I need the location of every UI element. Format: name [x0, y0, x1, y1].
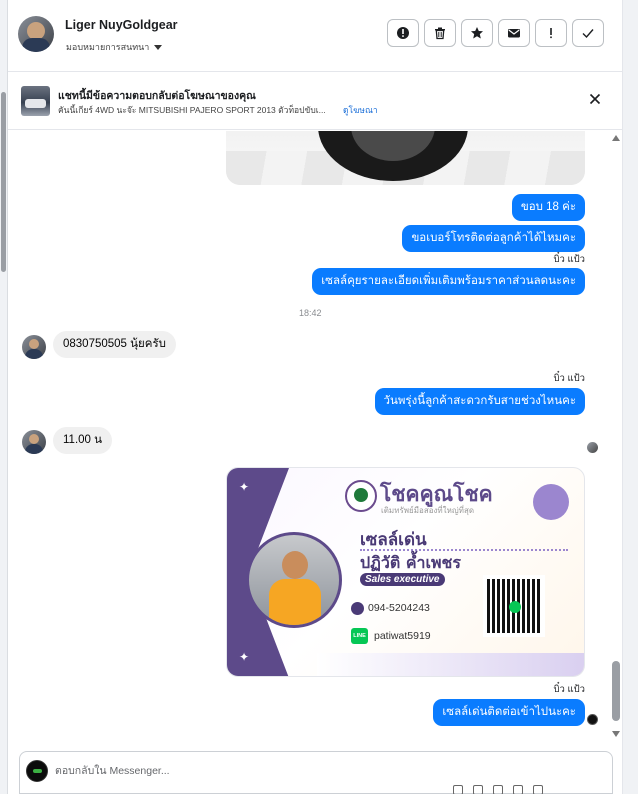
tag-icon[interactable] — [473, 785, 483, 794]
line-app-icon: LINE — [351, 628, 368, 644]
incoming-message[interactable]: 11.00 น — [53, 427, 112, 454]
sparkle-icon: ✦ — [239, 650, 250, 664]
sender-name: บิ๋ว แป้ว — [553, 684, 586, 695]
ad-banner-title: แชทนี้มีข้อความตอบกลับต่อโฆษณาของคุณ — [58, 90, 256, 102]
qr-code — [483, 575, 545, 637]
card-line-id: patiwat5919 — [374, 630, 431, 642]
outgoing-message[interactable]: เซลล์เด่นติดต่อเข้าไปนะคะ — [433, 699, 585, 726]
message-thread[interactable]: ขอบ 18 ค่ะ ขอเบอร์โทรติดต่อลูกค้าได้ไหมค… — [8, 131, 622, 743]
brand-logo — [345, 480, 377, 512]
mark-unread-button[interactable] — [498, 19, 530, 47]
trash-icon — [435, 27, 445, 40]
page-avatar — [26, 760, 48, 782]
ad-thumbnail[interactable] — [21, 86, 50, 116]
chat-scrollbar[interactable] — [611, 131, 622, 743]
phone-icon — [351, 602, 364, 615]
envelope-icon — [508, 29, 520, 38]
message-timestamp: 18:42 — [299, 308, 322, 318]
contact-avatar-small[interactable] — [22, 430, 46, 454]
left-scroll-thumb[interactable] — [1, 92, 6, 272]
attachment-icon[interactable] — [453, 785, 463, 794]
reply-composer — [19, 751, 613, 794]
done-button[interactable] — [572, 19, 604, 47]
outgoing-message[interactable]: ขอเบอร์โทรติดต่อลูกค้าได้ไหมคะ — [402, 225, 585, 252]
left-scroll-track[interactable] — [0, 0, 8, 794]
check-icon — [582, 29, 594, 39]
spam-button[interactable] — [535, 19, 567, 47]
chevron-down-icon — [154, 44, 163, 50]
seen-receipt-avatar — [587, 442, 598, 453]
business-card-image[interactable]: ✦ ✦ โชคคูณโชค เติมทรัพย์มือสองที่ใหญ่ที่… — [226, 467, 585, 677]
image-icon[interactable] — [493, 785, 503, 794]
composer-tools — [453, 785, 543, 794]
tire-photo-attachment[interactable] — [226, 131, 585, 185]
outgoing-message[interactable]: วันพรุ่งนี้ลูกค้าสะดวกรับสายช่วงไหนคะ — [374, 388, 585, 415]
conversation-toolbar — [387, 19, 604, 47]
ad-reply-banner: แชทนี้มีข้อความตอบกลับต่อโฆษณาของคุณ คัน… — [8, 72, 622, 130]
outgoing-message[interactable]: ขอบ 18 ค่ะ — [511, 194, 585, 221]
right-edge-panel — [622, 0, 638, 794]
sender-name: บิ๋ว แป้ว — [553, 254, 586, 265]
contact-avatar-small[interactable] — [22, 335, 46, 359]
card-slogan: เติมทรัพย์มือสองที่ใหญ่ที่สุด — [381, 506, 475, 515]
sparkle-icon: ✦ — [239, 480, 250, 494]
report-button[interactable] — [387, 19, 419, 47]
incoming-message[interactable]: 0830750505 นุ้ยครับ — [53, 331, 176, 358]
scroll-down-icon[interactable] — [612, 731, 620, 737]
salesperson-photo — [246, 532, 342, 628]
conversation-header: Liger NuyGoldgear มอบหมายการสนทนา — [8, 0, 622, 72]
star-button[interactable] — [461, 19, 493, 47]
reply-input[interactable] — [55, 762, 455, 780]
page-avatar-small — [587, 714, 598, 725]
contact-name[interactable]: Liger NuyGoldgear — [65, 18, 178, 32]
chat-scroll-thumb[interactable] — [612, 661, 620, 721]
contact-avatar[interactable] — [18, 16, 54, 52]
card-phone: 094-5204243 — [368, 602, 430, 614]
saved-reply-icon[interactable] — [533, 785, 543, 794]
sender-name: บิ๋ว แป้ว — [553, 373, 586, 384]
card-role: Sales executive — [360, 573, 445, 586]
emoji-icon[interactable] — [513, 785, 523, 794]
exclamation-icon — [550, 28, 552, 39]
scroll-up-icon[interactable] — [612, 135, 620, 141]
assign-label: มอบหมายการสนทนา — [66, 42, 150, 52]
outgoing-message[interactable]: เซลล์คุยรายละเอียดเพิ่มเติมพร้อมราคาส่วน… — [312, 268, 585, 295]
close-icon[interactable] — [588, 92, 602, 106]
view-ad-link[interactable]: ดูโฆษณา — [343, 103, 378, 117]
assign-conversation-dropdown[interactable]: มอบหมายการสนทนา — [66, 40, 163, 54]
ad-banner-subtitle: คันนี้เกียร์ 4WD นะจ๊ะ MITSUBISHI PAJERO… — [58, 105, 326, 115]
star-icon — [471, 27, 483, 39]
delete-button[interactable] — [424, 19, 456, 47]
alert-circle-icon — [397, 27, 409, 39]
decor-circle — [533, 484, 569, 520]
